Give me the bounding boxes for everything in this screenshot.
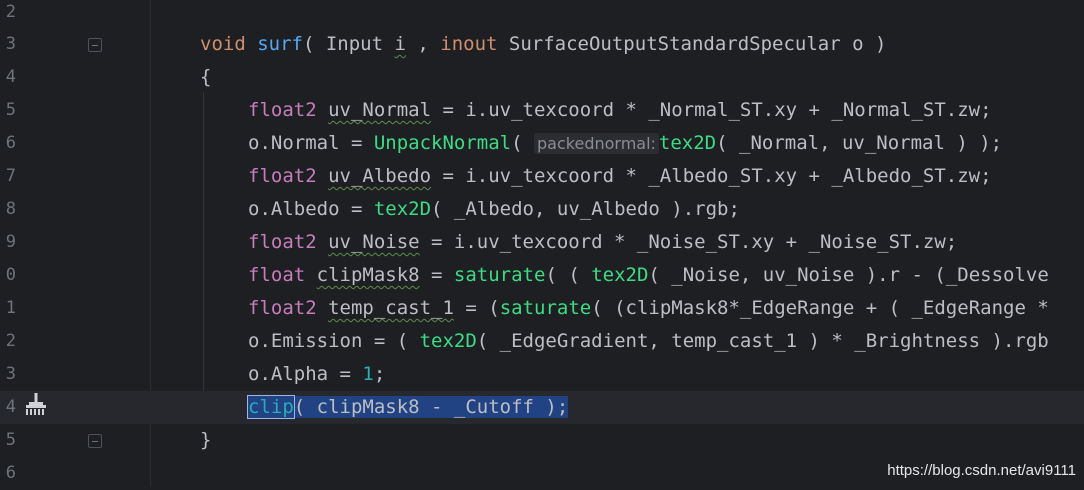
line-number: 9: [5, 232, 16, 252]
line-number: 4: [5, 67, 16, 87]
code-text: o.Emission = ( tex2D( _EdgeGradient, tem…: [248, 330, 1049, 352]
code-text: float2 uv_Albedo = i.uv_texcoord * _Albe…: [248, 165, 992, 187]
code-line[interactable]: 2 o.Emission = ( tex2D( _EdgeGradient, t…: [0, 325, 1084, 358]
watermark: https://blog.csdn.net/avi9111: [887, 462, 1076, 479]
code-line[interactable]: 1 float2 temp_cast_1 = (saturate( (clipM…: [0, 292, 1084, 325]
code-editor[interactable]: 2 3 void surf( Input i , inout SurfaceOu…: [0, 0, 1084, 487]
line-number: 1: [5, 298, 16, 318]
line-number: 5: [5, 430, 16, 450]
code-text: void surf( Input i , inout SurfaceOutput…: [200, 33, 887, 55]
code-text: float clipMask8 = saturate( ( tex2D( _No…: [248, 264, 1049, 286]
line-number: 7: [5, 166, 16, 186]
fold-marker-icon[interactable]: [88, 38, 102, 52]
code-text: float2 temp_cast_1 = (saturate( (clipMas…: [248, 297, 1049, 319]
line-number: 3: [5, 34, 16, 54]
selection: ( clipMask8 - _Cutoff );: [293, 396, 569, 418]
code-text-selected: clip( clipMask8 - _Cutoff );: [247, 391, 569, 424]
code-line[interactable]: 4 {: [0, 61, 1084, 94]
code-text: float2 uv_Noise = i.uv_texcoord * _Noise…: [248, 231, 958, 253]
code-line[interactable]: 5 float2 uv_Normal = i.uv_texcoord * _No…: [0, 94, 1084, 127]
line-number: 3: [5, 364, 16, 384]
code-line[interactable]: 3 void surf( Input i , inout SurfaceOutp…: [0, 28, 1084, 61]
code-line[interactable]: 9 float2 uv_Noise = i.uv_texcoord * _Noi…: [0, 226, 1084, 259]
parameter-hint: packednormal:: [534, 133, 659, 154]
code-text: o.Alpha = 1;: [248, 363, 386, 385]
code-text: {: [200, 66, 212, 88]
line-number: 0: [5, 265, 16, 285]
code-line[interactable]: 0 float clipMask8 = saturate( ( tex2D( _…: [0, 259, 1084, 292]
code-line[interactable]: 7 float2 uv_Albedo = i.uv_texcoord * _Al…: [0, 160, 1084, 193]
line-number: 2: [5, 2, 16, 22]
line-number: 8: [5, 199, 16, 219]
code-line-current[interactable]: 4 clip( clipMask8 - _Cutoff );: [0, 391, 1084, 424]
line-number: 5: [5, 100, 16, 120]
code-text: }: [200, 429, 212, 451]
code-line[interactable]: 6 o.Normal = UnpackNormal( packednormal:…: [0, 127, 1084, 160]
broom-icon[interactable]: [24, 392, 48, 416]
code-line[interactable]: 3 o.Alpha = 1;: [0, 358, 1084, 391]
line-number: 4: [5, 397, 16, 417]
code-line[interactable]: 2: [0, 0, 1084, 29]
code-text: o.Normal = UnpackNormal( packednormal: te…: [248, 132, 1003, 154]
line-number: 6: [5, 133, 16, 153]
code-text: float2 uv_Normal = i.uv_texcoord * _Norm…: [248, 99, 992, 121]
fold-marker-icon[interactable]: [88, 434, 102, 448]
code-line[interactable]: 8 o.Albedo = tex2D( _Albedo, uv_Albedo )…: [0, 193, 1084, 226]
code-line[interactable]: 5 }: [0, 424, 1084, 457]
line-number: 6: [5, 463, 16, 483]
line-number: 2: [5, 331, 16, 351]
code-text: o.Albedo = tex2D( _Albedo, uv_Albedo ).r…: [248, 198, 740, 220]
selected-token: clip: [247, 395, 295, 419]
